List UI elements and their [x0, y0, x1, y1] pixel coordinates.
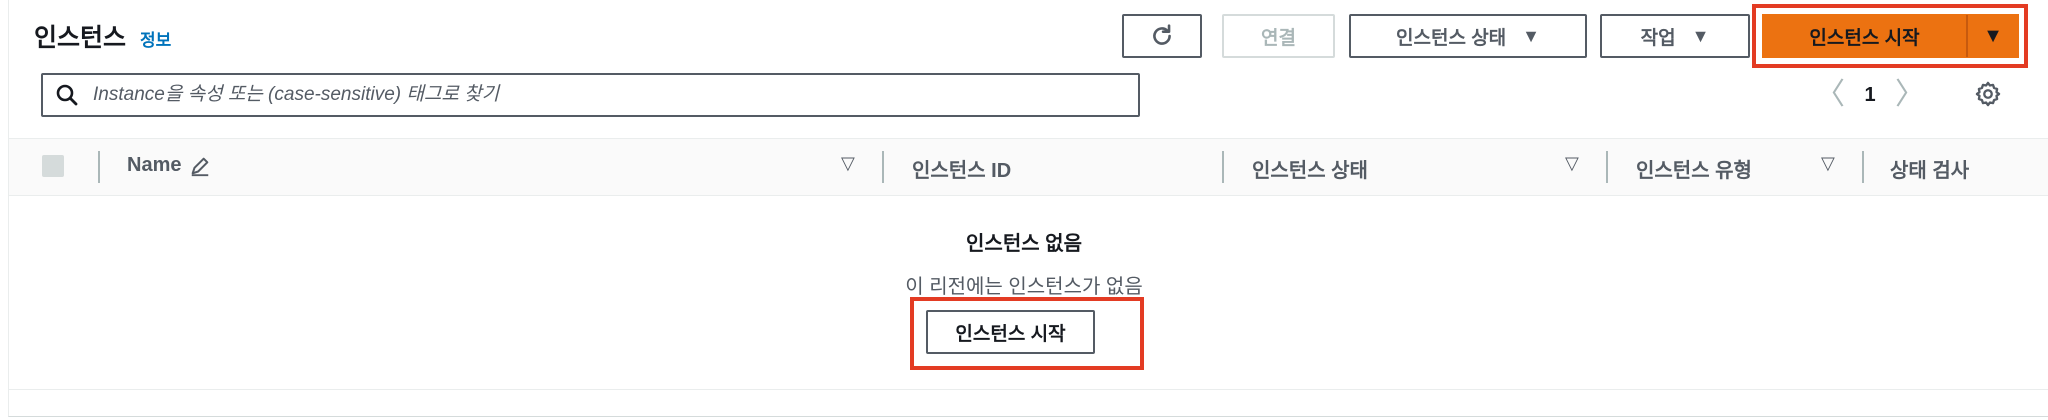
launch-dropdown-button[interactable]: ▼: [1968, 15, 2018, 57]
instances-panel: [8, 0, 2048, 417]
info-link[interactable]: 정보: [140, 26, 171, 51]
connect-button[interactable]: 연결: [1222, 14, 1335, 58]
column-divider: [1606, 151, 1608, 183]
launch-instances-button[interactable]: 인스턴스 시작: [1763, 15, 1968, 57]
search-field[interactable]: [41, 73, 1140, 117]
column-divider: [1862, 151, 1864, 183]
filter-icon[interactable]: ▽: [1821, 153, 1835, 174]
search-icon: [56, 84, 78, 106]
column-header-instance-id[interactable]: 인스턴스 ID: [912, 154, 1011, 183]
select-all-checkbox[interactable]: [42, 155, 64, 177]
empty-state-subtitle: 이 리전에는 인스턴스가 없음: [905, 276, 1143, 298]
column-header-status-check[interactable]: 상태 검사: [1890, 154, 1969, 183]
table-header: Name ▽ 인스턴스 ID 인스턴스 상태 ▽ 인스턴스 유형 ▽ 상태 검사: [9, 138, 2048, 196]
column-divider: [882, 151, 884, 183]
settings-button[interactable]: [1974, 80, 2002, 113]
pagination: 〈 1 〉: [1810, 77, 1930, 113]
column-divider: [98, 151, 100, 183]
column-divider: [1222, 151, 1224, 183]
column-header-instance-state[interactable]: 인스턴스 상태: [1252, 154, 1368, 183]
current-page[interactable]: 1: [1850, 84, 1890, 107]
connect-label: 연결: [1261, 27, 1296, 49]
instance-state-button[interactable]: 인스턴스 상태 ▼: [1349, 14, 1587, 58]
search-input[interactable]: [91, 79, 1095, 111]
column-header-instance-type[interactable]: 인스턴스 유형: [1636, 154, 1752, 183]
gear-icon: [1975, 81, 2001, 107]
actions-button[interactable]: 작업 ▼: [1600, 14, 1750, 58]
caret-down-icon: ▼: [1983, 24, 2003, 47]
actions-label: 작업: [1640, 27, 1676, 49]
filter-icon[interactable]: ▽: [841, 153, 855, 174]
instance-state-label: 인스턴스 상태: [1396, 27, 1507, 49]
page-header: 인스턴스 정보: [34, 18, 171, 54]
page-title: 인스턴스: [34, 24, 127, 52]
divider: [9, 389, 2048, 390]
caret-down-icon: ▼: [1522, 25, 1540, 46]
empty-state-title: 인스턴스 없음: [966, 233, 1082, 255]
launch-instances-split-button: 인스턴스 시작 ▼: [1762, 14, 2019, 58]
prev-page-icon[interactable]: 〈: [1810, 77, 1850, 113]
column-header-name[interactable]: Name: [127, 154, 211, 177]
next-page-icon[interactable]: 〉: [1890, 77, 1930, 113]
refresh-button[interactable]: [1122, 14, 1202, 58]
refresh-icon: [1153, 24, 1171, 45]
filter-icon[interactable]: ▽: [1565, 153, 1579, 174]
edit-pencil-icon: [192, 157, 209, 176]
caret-down-icon: ▼: [1691, 25, 1710, 46]
empty-launch-instances-button[interactable]: 인스턴스 시작: [926, 310, 1095, 354]
